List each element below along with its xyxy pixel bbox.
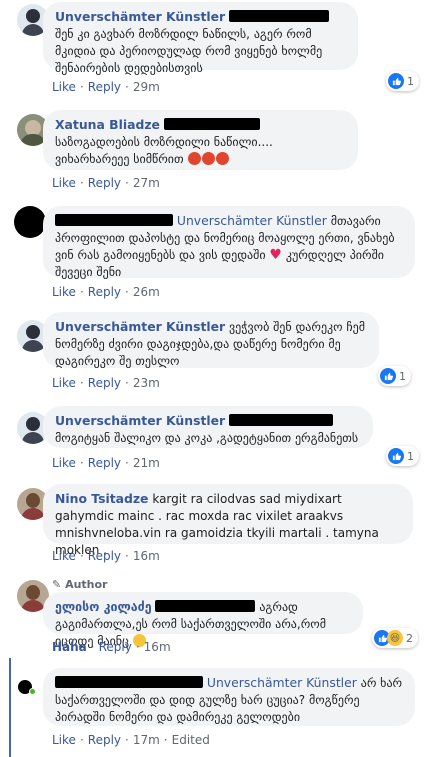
comment-bubble: Unverschämter Künstler ვეჭვობ შენ დარეკო… — [43, 312, 379, 368]
angry-emoji-icon — [215, 152, 229, 165]
haha-link[interactable]: Haha — [52, 640, 87, 654]
reaction-count: 1 — [399, 369, 406, 383]
redacted-text — [55, 214, 173, 226]
reply-link[interactable]: Reply — [99, 640, 132, 654]
timestamp[interactable]: 16m — [144, 640, 171, 654]
angry-emoji-icon — [187, 152, 201, 165]
comment-text: მოგიტყან შალიკო და კოკა ,გადეტყანით ერგმ… — [55, 431, 359, 445]
timestamp[interactable]: 27m — [133, 176, 160, 190]
avatar[interactable] — [14, 206, 46, 238]
timestamp[interactable]: 17m — [133, 733, 160, 747]
author-name[interactable]: Nino Tsitadze — [55, 491, 148, 506]
redacted-text — [229, 10, 329, 22]
comment-bubble: ელისო კილაძე აგრად გაგიმართლა,ეს რომ საქ… — [43, 592, 363, 648]
like-link[interactable]: Like — [52, 456, 76, 470]
timestamp[interactable]: 23m — [133, 376, 160, 390]
comment-actions: Like · Reply · 17m · Edited — [52, 733, 210, 747]
like-reaction-icon — [388, 448, 404, 464]
reaction-badge[interactable]: 1 — [386, 71, 419, 91]
online-status-icon — [29, 688, 36, 695]
comment-text-line2: ვიხარხარეეე სიმწრით — [55, 152, 184, 166]
like-link[interactable]: Like — [52, 285, 76, 299]
comment-bubble: Unverschämter Künstler მთავარი პროფილით … — [43, 206, 415, 279]
comment-text: შენ კი გავხარ მოზრდილ ნაწილს, აგერ რომ მ… — [55, 27, 323, 75]
redacted-text — [155, 600, 256, 612]
comment-bubble: Xatuna Bliadze საზოგადოების მოზრდილი ნაწ… — [43, 110, 358, 170]
redacted-text — [163, 118, 260, 130]
reply-link[interactable]: Reply — [88, 285, 121, 299]
author-name[interactable]: Xatuna Bliadze — [55, 117, 160, 132]
pencil-icon: ✎ — [52, 578, 62, 591]
like-link[interactable]: Like — [52, 376, 76, 390]
like-link[interactable]: Like — [52, 176, 76, 190]
timestamp[interactable]: 26m — [133, 285, 160, 299]
redacted-text — [55, 676, 203, 688]
thread-highlight-line — [9, 658, 11, 757]
comment-bubble: Unverschämter Künstler შენ კი გავხარ მოზ… — [43, 2, 358, 75]
comment-bubble: Unverschämter Künstler არ ხარ საქართველო… — [43, 668, 415, 726]
like-reaction-icon — [380, 368, 396, 384]
reaction-count: 1 — [407, 449, 414, 463]
heart-emoji-icon: ♥ — [269, 247, 282, 263]
comment-actions: Like · Reply · 16m — [52, 549, 160, 563]
like-link[interactable]: Like — [52, 80, 76, 94]
author-name[interactable]: Unverschämter Künstler — [177, 213, 327, 228]
comment-actions: Haha · Reply · 16m — [52, 640, 171, 654]
author-name[interactable]: Unverschämter Künstler — [55, 319, 225, 334]
timestamp[interactable]: 16m — [133, 549, 160, 563]
reaction-count: 2 — [406, 631, 413, 645]
comment-bubble: Unverschämter Künstler მოგიტყან შალიკო დ… — [43, 406, 373, 448]
author-badge-label: Author — [65, 578, 108, 591]
reply-link[interactable]: Reply — [88, 456, 121, 470]
angry-emoji-icon — [201, 152, 215, 165]
reply-link[interactable]: Reply — [88, 376, 121, 390]
reply-link[interactable]: Reply — [88, 176, 121, 190]
laugh-reaction-icon: 😆 — [387, 630, 403, 646]
reaction-badge[interactable]: 😆 2 — [372, 628, 418, 648]
comment-actions: Like · Reply · 23m — [52, 376, 160, 390]
author-name[interactable]: Unverschämter Künstler — [207, 675, 357, 690]
reaction-badge[interactable]: 1 — [386, 446, 419, 466]
like-reaction-icon — [388, 73, 404, 89]
comment-actions: Like · Reply · 27m — [52, 176, 160, 190]
reply-link[interactable]: Reply — [88, 549, 121, 563]
comment-bubble: Nino Tsitadze kargit ra cilodvas sad miy… — [43, 484, 413, 557]
comment-actions: Like · Reply · 29m — [52, 80, 160, 94]
comment-actions: Like · Reply · 21m — [52, 456, 160, 470]
like-link[interactable]: Like — [52, 549, 76, 563]
redacted-text — [229, 414, 333, 426]
author-badge: ✎ Author — [52, 578, 107, 591]
reply-link[interactable]: Reply — [88, 80, 121, 94]
like-link[interactable]: Like — [52, 733, 76, 747]
edited-label: Edited — [171, 733, 210, 747]
timestamp[interactable]: 29m — [133, 80, 160, 94]
timestamp[interactable]: 21m — [133, 456, 160, 470]
comment-text: საზოგადოების მოზრდილი ნაწილი.... — [55, 135, 273, 149]
reaction-badge[interactable]: 1 — [378, 366, 411, 386]
author-name[interactable]: Unverschämter Künstler — [55, 9, 225, 24]
author-name[interactable]: ელისო კილაძე — [55, 599, 152, 614]
author-name[interactable]: Unverschämter Künstler — [55, 413, 225, 428]
comment-actions: Like · Reply · 26m — [52, 285, 160, 299]
reply-link[interactable]: Reply — [88, 733, 121, 747]
reaction-count: 1 — [407, 74, 414, 88]
